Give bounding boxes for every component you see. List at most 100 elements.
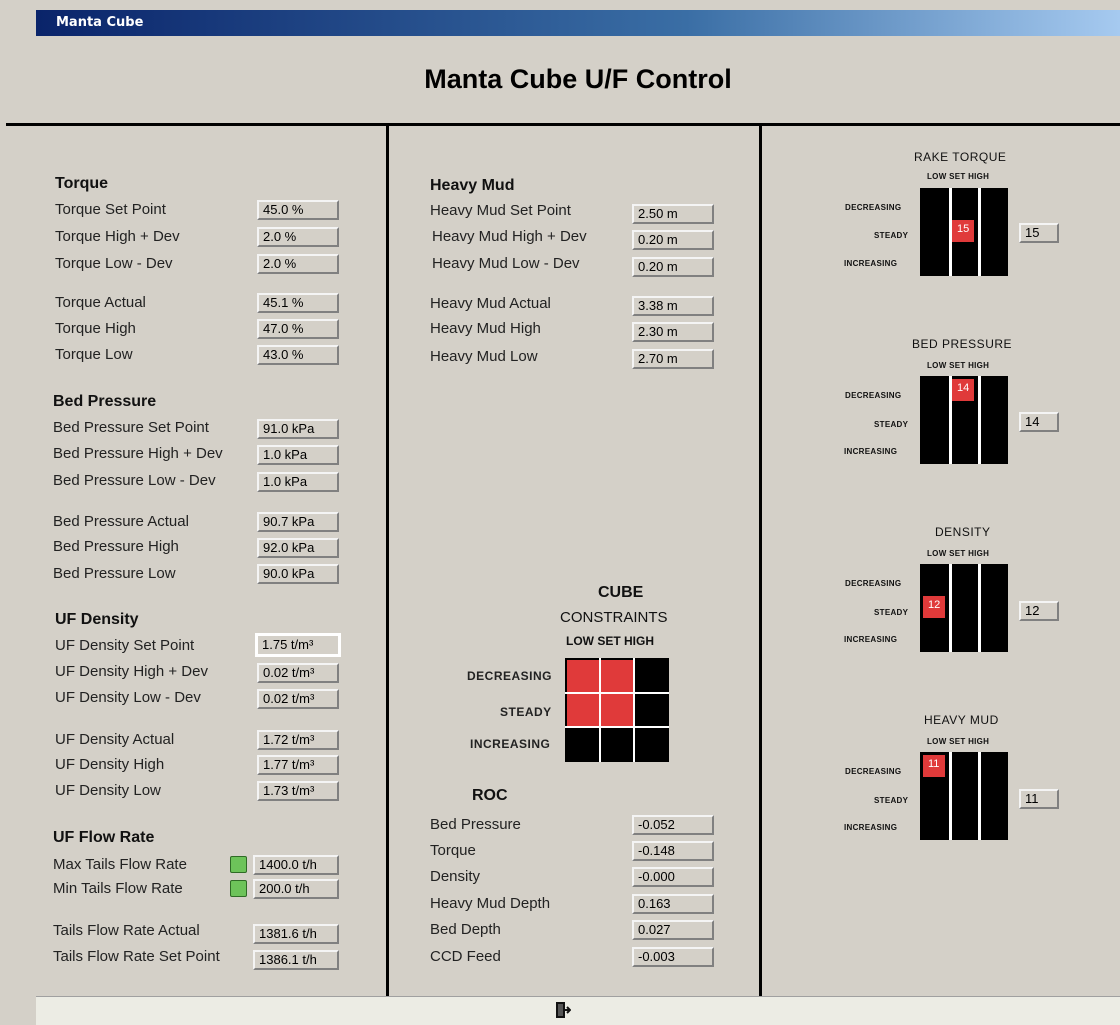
bed-pressure-active-cell: 14	[952, 379, 974, 401]
density-row-steady: STEADY	[874, 608, 909, 617]
window-title: Manta Cube	[56, 15, 144, 30]
torque-high-field[interactable]: 47.0 %	[257, 319, 339, 339]
cube-column-headers: LOW SET HIGH	[566, 634, 654, 648]
mud-high-label: Heavy Mud High	[430, 320, 541, 337]
rake-torque-row-steady: STEADY	[874, 231, 909, 240]
max-tails-flow-indicator	[230, 856, 247, 873]
bed-pressure-row-steady: STEADY	[874, 420, 909, 429]
bed-high-dev-field[interactable]: 1.0 kPa	[257, 445, 339, 465]
density-high-dev-label: UF Density High + Dev	[55, 663, 208, 680]
density-high-field[interactable]: 1.77 t/m³	[257, 755, 339, 775]
max-tails-flow-field[interactable]: 1400.0 t/h	[253, 855, 339, 875]
density-row-decreasing: DECREASING	[845, 579, 902, 588]
mud-set-point-label: Heavy Mud Set Point	[430, 202, 571, 219]
section-uf-density: UF Density	[55, 611, 139, 628]
torque-high-dev-field[interactable]: 2.0 %	[257, 227, 339, 247]
density-low-dev-label: UF Density Low - Dev	[55, 689, 201, 706]
tails-flow-actual-field[interactable]: 1381.6 t/h	[253, 924, 339, 944]
min-tails-flow-field[interactable]: 200.0 t/h	[253, 879, 339, 899]
torque-low-dev-label: Torque Low - Dev	[55, 255, 173, 272]
exit-door-icon[interactable]	[555, 1001, 572, 1019]
cube-grid-line	[565, 692, 669, 694]
section-roc: ROC	[472, 787, 508, 804]
mud-low-field[interactable]: 2.70 m	[632, 349, 714, 369]
header: Manta Cube U/F Control	[36, 36, 1120, 124]
bed-pressure-row-increasing: INCREASING	[844, 447, 898, 456]
density-high-dev-field[interactable]: 0.02 t/m³	[257, 663, 339, 683]
header-divider	[6, 123, 1120, 126]
density-low-dev-field[interactable]: 0.02 t/m³	[257, 689, 339, 709]
mud-set-point-field[interactable]: 2.50 m	[632, 204, 714, 224]
torque-low-field[interactable]: 43.0 %	[257, 345, 339, 365]
page-title: Manta Cube U/F Control	[424, 64, 732, 94]
mud-low-dev-label: Heavy Mud Low - Dev	[432, 255, 580, 272]
mud-low-label: Heavy Mud Low	[430, 348, 538, 365]
mud-high-dev-field[interactable]: 0.20 m	[632, 230, 714, 250]
section-bed-pressure: Bed Pressure	[53, 393, 157, 410]
heavy-mud-grid: 11	[920, 752, 1008, 840]
torque-low-label: Torque Low	[55, 346, 133, 363]
bed-set-point-field[interactable]: 91.0 kPa	[257, 419, 339, 439]
mud-high-field[interactable]: 2.30 m	[632, 322, 714, 342]
rake-torque-col-headers: LOW SET HIGH	[927, 172, 990, 181]
density-set-point-field[interactable]: 1.75 t/m³	[255, 633, 341, 657]
heavy-mud-col-headers: LOW SET HIGH	[927, 737, 990, 746]
density-set-point-label: UF Density Set Point	[55, 637, 195, 654]
bed-pressure-grid-title: BED PRESSURE	[912, 337, 1013, 351]
torque-low-dev-field[interactable]: 2.0 %	[257, 254, 339, 274]
density-high-label: UF Density High	[55, 756, 165, 773]
bed-actual-field[interactable]: 90.7 kPa	[257, 512, 339, 532]
cube-title: CUBE	[598, 584, 644, 601]
grid-line	[978, 376, 981, 464]
section-heavy-mud: Heavy Mud	[430, 177, 515, 194]
bed-pressure-grid: 14	[920, 376, 1008, 464]
bed-low-dev-label: Bed Pressure Low - Dev	[53, 472, 216, 489]
density-low-field[interactable]: 1.73 t/m³	[257, 781, 339, 801]
grid-line	[949, 376, 952, 464]
grid-line	[949, 752, 952, 840]
cube-cell-decreasing-high	[635, 660, 667, 692]
roc-heavy-mud-depth-field[interactable]: 0.163	[632, 894, 714, 914]
cube-row-steady: STEADY	[500, 705, 552, 719]
heavy-mud-active-cell: 11	[923, 755, 945, 777]
density-active-number: 12	[928, 599, 941, 611]
mud-low-dev-field[interactable]: 0.20 m	[632, 257, 714, 277]
rake-torque-active-number: 15	[957, 223, 970, 235]
density-low-label: UF Density Low	[55, 782, 161, 799]
min-tails-flow-indicator	[230, 880, 247, 897]
heavy-mud-row-steady: STEADY	[874, 796, 909, 805]
cube-grid-line	[633, 658, 635, 762]
roc-density-field[interactable]: -0.000	[632, 867, 714, 887]
roc-torque-field[interactable]: -0.148	[632, 841, 714, 861]
grid-line	[978, 564, 981, 652]
cube-grid-line	[565, 726, 669, 728]
density-actual-field[interactable]: 1.72 t/m³	[257, 730, 339, 750]
roc-bed-depth-field[interactable]: 0.027	[632, 920, 714, 940]
density-actual-label: UF Density Actual	[55, 731, 175, 748]
cube-grid-line	[599, 658, 601, 762]
bed-high-label: Bed Pressure High	[53, 538, 179, 555]
roc-bed-pressure-label: Bed Pressure	[430, 816, 521, 833]
mud-actual-field[interactable]: 3.38 m	[632, 296, 714, 316]
cube-cell-steady-set	[601, 694, 633, 726]
torque-high-label: Torque High	[55, 320, 136, 337]
max-tails-flow-label: Max Tails Flow Rate	[53, 856, 187, 873]
bed-low-dev-field[interactable]: 1.0 kPa	[257, 472, 339, 492]
heavy-mud-active-number: 11	[928, 758, 940, 770]
heavy-mud-value: 11	[1019, 789, 1059, 809]
roc-bed-pressure-field[interactable]: -0.052	[632, 815, 714, 835]
roc-heavy-mud-depth-label: Heavy Mud Depth	[430, 895, 551, 912]
roc-density-label: Density	[430, 868, 481, 885]
mud-actual-label: Heavy Mud Actual	[430, 295, 551, 312]
torque-actual-field[interactable]: 45.1 %	[257, 293, 339, 313]
bed-high-field[interactable]: 92.0 kPa	[257, 538, 339, 558]
roc-ccd-feed-field[interactable]: -0.003	[632, 947, 714, 967]
cube-row-decreasing: DECREASING	[467, 669, 553, 683]
bed-pressure-value: 14	[1019, 412, 1059, 432]
tails-flow-set-point-field[interactable]: 1386.1 t/h	[253, 950, 339, 970]
torque-set-point-field[interactable]: 45.0 %	[257, 200, 339, 220]
torque-high-dev-label: Torque High + Dev	[55, 228, 180, 245]
bed-low-field[interactable]: 90.0 kPa	[257, 564, 339, 584]
density-col-headers: LOW SET HIGH	[927, 549, 990, 558]
mud-high-dev-label: Heavy Mud High + Dev	[432, 228, 587, 245]
